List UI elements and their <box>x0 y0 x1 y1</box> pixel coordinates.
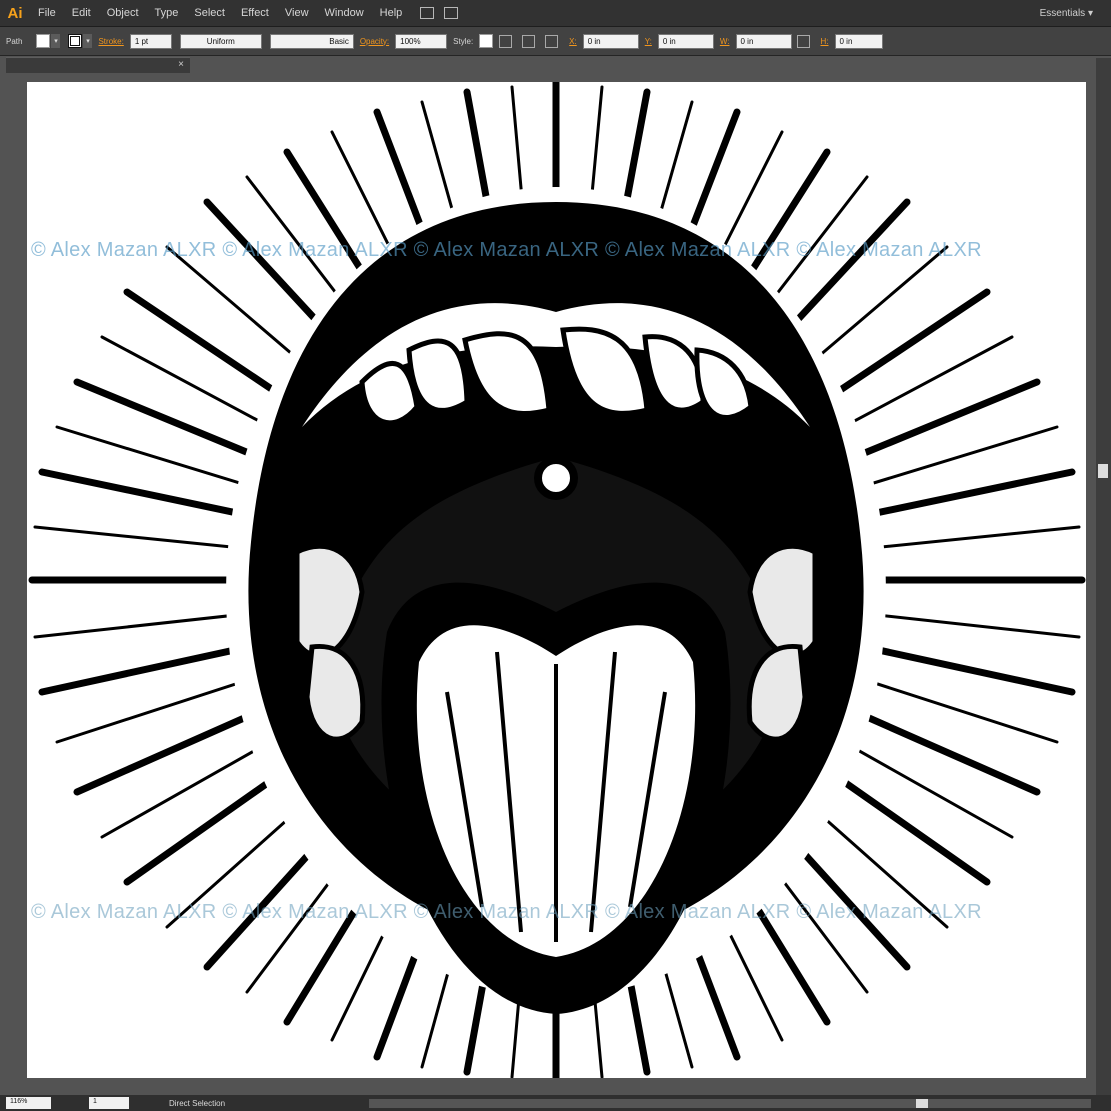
opacity-label[interactable]: Opacity: <box>360 37 389 46</box>
mouth-illustration <box>28 82 1086 1078</box>
tool-status-label: Direct Selection <box>169 1098 226 1108</box>
horizontal-scroll-thumb[interactable] <box>916 1099 928 1108</box>
variable-width-profile-select[interactable]: Uniform <box>179 33 262 49</box>
close-document-icon[interactable]: × <box>178 59 184 70</box>
vertical-scrollbar[interactable] <box>1096 58 1111 1095</box>
stroke-dropdown-icon[interactable]: ▾ <box>83 34 93 48</box>
x-position-field[interactable]: 0 in <box>582 33 639 49</box>
height-field[interactable]: 0 in <box>834 33 883 49</box>
brush-definition-select[interactable]: Basic <box>269 33 354 49</box>
artboard[interactable]: © Alex Mazan ALXR © Alex Mazan ALXR © Al… <box>27 82 1086 1078</box>
workspace-label: Essentials <box>1039 8 1086 19</box>
watermark-bottom: © Alex Mazan ALXR © Alex Mazan ALXR © Al… <box>31 901 982 923</box>
stroke-swatch[interactable] <box>68 34 83 48</box>
arrange-documents-icon[interactable] <box>444 7 459 19</box>
opacity-field[interactable]: 100% <box>395 33 448 49</box>
fill-dropdown-icon[interactable]: ▾ <box>51 34 61 48</box>
selection-type-label: Path <box>6 36 23 46</box>
vertical-scroll-thumb[interactable] <box>1098 464 1108 478</box>
document-tab[interactable]: × <box>6 57 190 73</box>
menu-help[interactable]: Help <box>372 0 411 27</box>
menu-file[interactable]: File <box>30 0 64 27</box>
width-field[interactable]: 0 in <box>735 33 792 49</box>
menu-select[interactable]: Select <box>186 0 233 27</box>
stroke-weight-field[interactable]: 1 pt <box>129 33 172 49</box>
menu-window[interactable]: Window <box>317 0 372 27</box>
menu-type[interactable]: Type <box>147 0 187 27</box>
y-label[interactable]: Y: <box>645 37 652 46</box>
bridge-icon[interactable] <box>420 7 435 19</box>
control-panel: Path ▾ ▾ Stroke: 1 pt Uniform Basic Opac… <box>0 27 1111 56</box>
watermark-top: © Alex Mazan ALXR © Alex Mazan ALXR © Al… <box>31 239 982 261</box>
height-label[interactable]: H: <box>821 37 829 46</box>
workspace-switcher[interactable]: Essentials ▾ <box>1040 0 1093 27</box>
width-label[interactable]: W: <box>720 37 730 46</box>
recolor-artwork-icon[interactable] <box>499 34 513 48</box>
transform-icon[interactable] <box>545 34 559 48</box>
menu-edit[interactable]: Edit <box>64 0 99 27</box>
style-label: Style: <box>453 36 474 46</box>
menu-effect[interactable]: Effect <box>233 0 277 27</box>
x-label[interactable]: X: <box>569 37 577 46</box>
graphic-style-swatch[interactable] <box>479 34 494 48</box>
artboard-number-field[interactable]: 1 <box>89 1097 129 1109</box>
menu-bar: Ai File Edit Object Type Select Effect V… <box>0 0 1111 27</box>
horizontal-scrollbar[interactable] <box>369 1099 1091 1108</box>
stroke-label[interactable]: Stroke: <box>98 37 123 46</box>
illustrator-logo: Ai <box>7 4 23 22</box>
zoom-field[interactable]: 116% <box>6 1097 51 1109</box>
align-icon[interactable] <box>522 34 536 48</box>
y-position-field[interactable]: 0 in <box>657 33 714 49</box>
menu-object[interactable]: Object <box>99 0 147 27</box>
constrain-proportions-icon[interactable] <box>796 34 810 48</box>
uvula <box>534 456 578 500</box>
fill-swatch[interactable] <box>36 34 51 48</box>
menu-view[interactable]: View <box>277 0 317 27</box>
